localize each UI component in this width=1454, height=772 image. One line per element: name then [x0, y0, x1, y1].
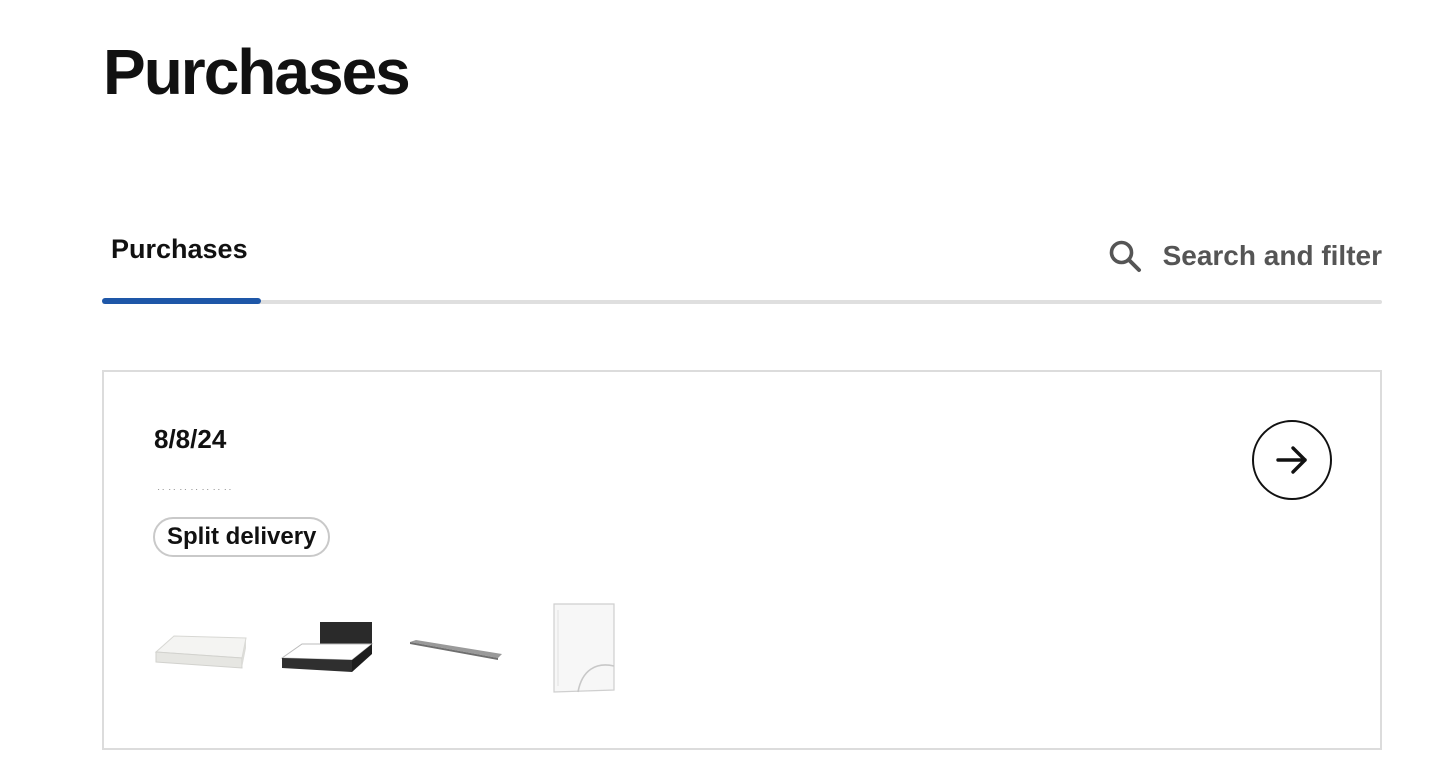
page-title: Purchases [103, 36, 411, 108]
tab-track [102, 300, 1382, 304]
split-delivery-badge: Split delivery [153, 517, 331, 557]
order-card[interactable]: 8/8/24 ####### Split delivery [102, 370, 1382, 750]
slatted-base-icon [410, 640, 502, 660]
open-order-button[interactable] [1252, 420, 1332, 500]
item-thumbnail [152, 600, 248, 696]
order-item-thumbnails [152, 600, 632, 696]
search-icon [1107, 238, 1143, 274]
purchases-page: Purchases Purchases Search and filter 8/… [0, 0, 1454, 772]
order-date: 8/8/24 [154, 424, 227, 454]
item-thumbnail [408, 600, 504, 696]
arrow-right-icon [1276, 446, 1307, 474]
tab-active-indicator [102, 298, 261, 304]
mattress-icon [154, 635, 247, 669]
order-number: ####### [154, 476, 254, 490]
tab-purchases[interactable]: Purchases [111, 234, 248, 265]
search-and-filter-button[interactable]: Search and filter [1107, 236, 1382, 276]
item-thumbnail [280, 600, 376, 696]
fitted-sheet-icon [553, 603, 615, 693]
bed-frame-icon [280, 622, 374, 672]
tab-bar: Purchases Search and filter [102, 226, 1382, 306]
order-number-text: ####### [154, 484, 254, 490]
search-and-filter-label: Search and filter [1162, 240, 1382, 271]
item-thumbnail [536, 600, 632, 696]
